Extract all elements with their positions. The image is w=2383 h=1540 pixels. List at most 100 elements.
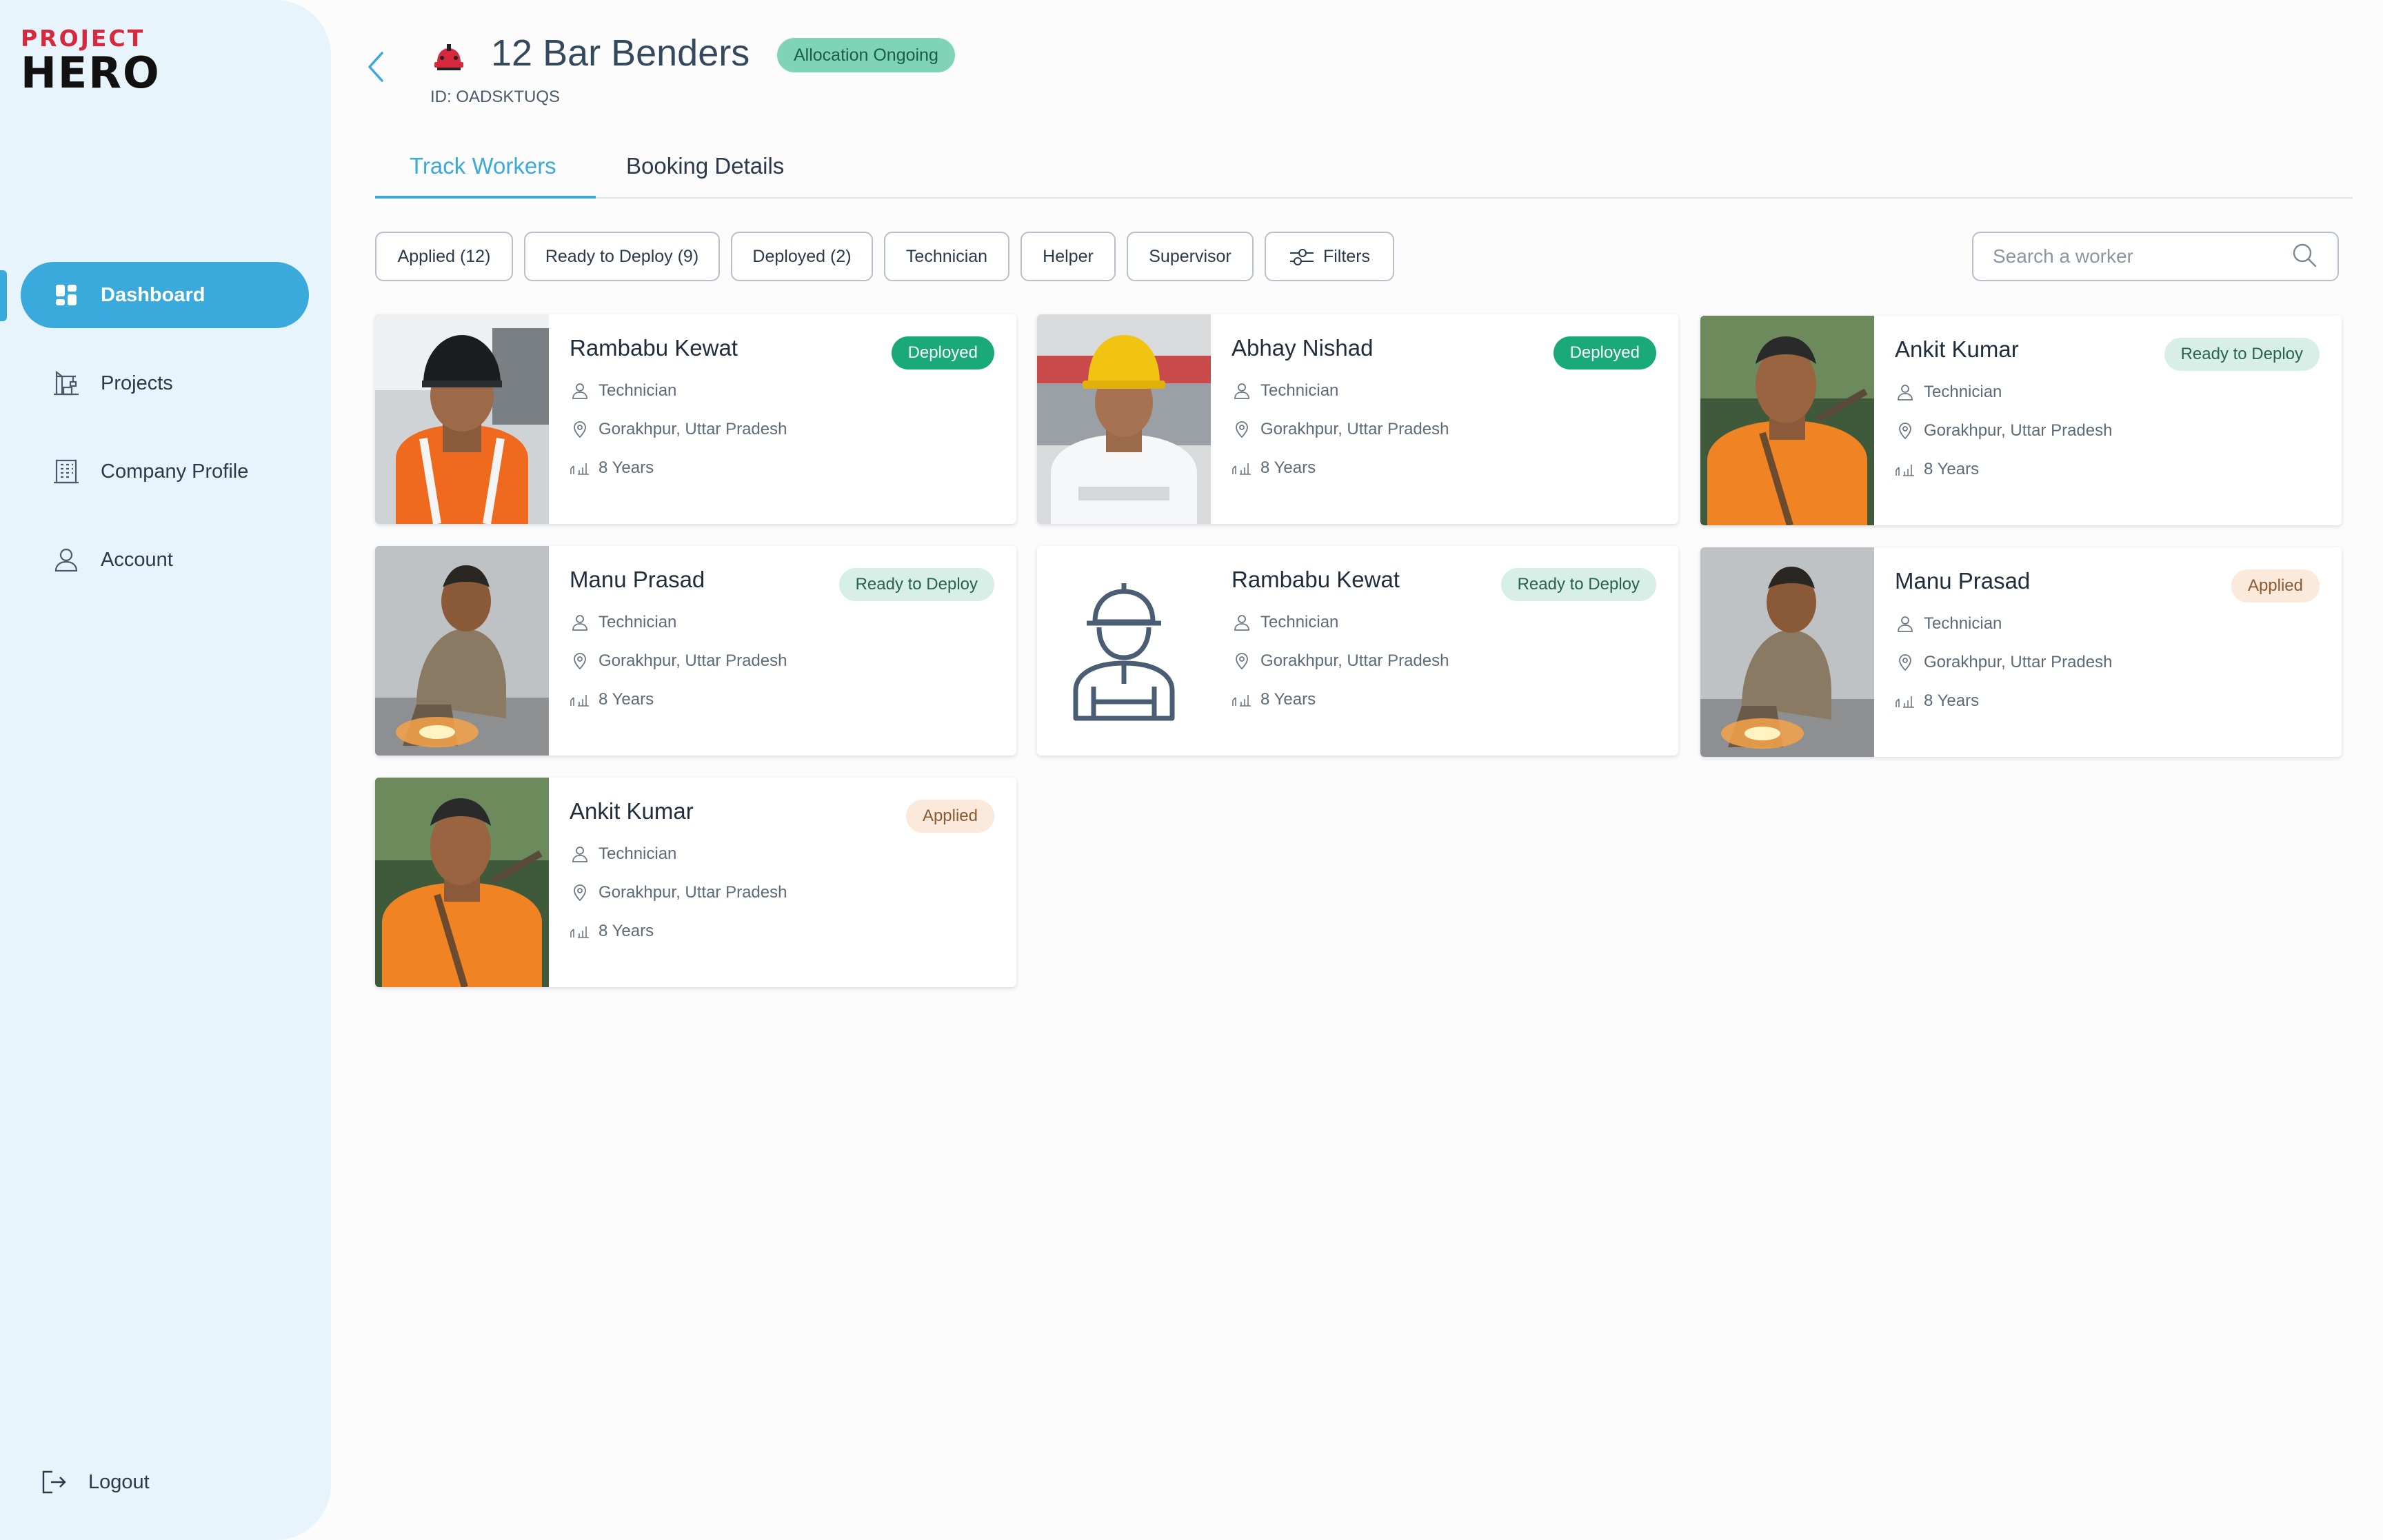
worker-photo (375, 314, 549, 524)
worker-role: Technician (570, 381, 676, 401)
worker-placeholder-icon (1037, 546, 1211, 756)
tab-booking-details[interactable]: Booking Details (626, 153, 784, 197)
worker-name: Manu Prasad (1895, 568, 2031, 594)
sidebar-item-account[interactable]: Account (21, 527, 309, 593)
sidebar-item-label: Projects (101, 372, 173, 394)
sidebar: PROJECT HERO Dashboard Projects Company … (0, 0, 331, 1540)
status-badge: Deployed (1553, 336, 1656, 369)
worker-card[interactable]: Ankit Kumar Applied Technician Gorakhpur… (375, 778, 1016, 987)
worker-experience-text: 8 Years (599, 922, 654, 940)
worker-photo (375, 546, 549, 756)
worker-location-text: Gorakhpur, Uttar Pradesh (1260, 420, 1449, 438)
search-box[interactable] (1972, 232, 2339, 281)
experience-icon (1231, 689, 1252, 710)
sidebar-item-label: Dashboard (101, 283, 205, 306)
worker-role-text: Technician (1260, 613, 1339, 631)
worker-location-text: Gorakhpur, Uttar Pradesh (599, 651, 787, 670)
crane-icon (52, 369, 80, 397)
user-icon (52, 546, 80, 574)
worker-name: Ankit Kumar (570, 798, 694, 824)
worker-location: Gorakhpur, Uttar Pradesh (1231, 419, 1449, 440)
status-badge: Ready to Deploy (1500, 568, 1656, 601)
worker-photo (375, 778, 549, 987)
logo-line-2: HERO (21, 48, 161, 98)
worker-role-text: Technician (1260, 381, 1339, 400)
worker-experience-text: 8 Years (1260, 690, 1316, 709)
worker-photo (1700, 547, 1874, 757)
worker-experience: 8 Years (1231, 458, 1316, 478)
experience-icon (570, 458, 590, 478)
filter-chip-technician[interactable]: Technician (884, 232, 1009, 281)
worker-location-text: Gorakhpur, Uttar Pradesh (1924, 421, 2113, 440)
worker-card[interactable]: Manu Prasad Ready to Deploy Technician G… (375, 546, 1016, 756)
worker-card[interactable]: Abhay Nishad Deployed Technician Gorakhp… (1037, 314, 1678, 524)
search-input[interactable] (1993, 245, 2291, 267)
project-hero-logo[interactable]: PROJECT HERO (21, 26, 161, 94)
worker-role-text: Technician (599, 844, 677, 863)
user-icon (1895, 614, 1916, 634)
location-pin-icon (1231, 651, 1252, 671)
worker-role-text: Technician (599, 613, 677, 631)
filter-chip-applied[interactable]: Applied (12) (375, 232, 513, 281)
location-pin-icon (1895, 421, 1916, 441)
worker-location: Gorakhpur, Uttar Pradesh (1895, 421, 2112, 441)
worker-location: Gorakhpur, Uttar Pradesh (570, 419, 787, 440)
worker-card[interactable]: Manu Prasad Applied Technician Gorakhpur… (1700, 547, 2342, 757)
worker-role: Technician (570, 844, 676, 864)
active-nav-marker (0, 270, 7, 321)
worker-card[interactable]: Rambabu Kewat Deployed Technician Gorakh… (375, 314, 1016, 524)
sidebar-item-projects[interactable]: Projects (21, 350, 309, 416)
user-icon (570, 844, 590, 864)
worker-role: Technician (1231, 612, 1338, 633)
worker-location: Gorakhpur, Uttar Pradesh (570, 882, 787, 903)
worker-name: Abhay Nishad (1231, 335, 1374, 361)
sidebar-item-company-profile[interactable]: Company Profile (21, 438, 309, 505)
user-icon (1231, 612, 1252, 633)
worker-role: Technician (1895, 382, 2002, 403)
back-button[interactable] (359, 47, 392, 87)
worker-role: Technician (1895, 614, 2002, 634)
location-pin-icon (570, 651, 590, 671)
filter-chip-ready-to-deploy[interactable]: Ready to Deploy (9) (524, 232, 720, 281)
worker-experience: 8 Years (1895, 691, 1979, 711)
filter-chip-helper[interactable]: Helper (1020, 232, 1116, 281)
building-icon (52, 458, 80, 485)
worker-experience: 8 Years (570, 921, 654, 942)
worker-card[interactable]: Rambabu Kewat Ready to Deploy Technician… (1037, 546, 1678, 756)
experience-icon (1895, 459, 1916, 480)
worker-name: Rambabu Kewat (570, 335, 738, 361)
worker-role: Technician (570, 612, 676, 633)
worker-experience-text: 8 Years (1260, 458, 1316, 477)
status-badge: Applied (905, 800, 994, 833)
worker-photo (1037, 314, 1211, 524)
project-id: ID: OADSKTUQS (430, 88, 561, 106)
location-pin-icon (1895, 652, 1916, 673)
worker-role: Technician (1231, 381, 1338, 401)
location-pin-icon (1231, 419, 1252, 440)
filters-label: Filters (1323, 246, 1371, 266)
worker-experience-text: 8 Years (1924, 460, 1980, 478)
tab-track-workers[interactable]: Track Workers (410, 153, 556, 197)
logout-icon (40, 1468, 68, 1496)
worker-location-text: Gorakhpur, Uttar Pradesh (1260, 651, 1449, 670)
active-tab-underline (375, 196, 596, 199)
logout-button[interactable]: Logout (40, 1468, 150, 1496)
location-pin-icon (570, 882, 590, 903)
sidebar-item-label: Company Profile (101, 460, 249, 483)
user-icon (570, 612, 590, 633)
sidebar-item-dashboard[interactable]: Dashboard (21, 262, 309, 328)
logout-label: Logout (88, 1470, 150, 1493)
tab-bar: Track Workers Booking Details (375, 138, 2353, 199)
search-icon[interactable] (2291, 241, 2318, 272)
filter-icon (1289, 246, 1315, 267)
filter-chip-deployed[interactable]: Deployed (2) (731, 232, 873, 281)
worker-location-text: Gorakhpur, Uttar Pradesh (599, 420, 787, 438)
experience-icon (1895, 691, 1916, 711)
location-pin-icon (570, 419, 590, 440)
worker-name: Rambabu Kewat (1231, 567, 1400, 592)
filters-button[interactable]: Filters (1265, 232, 1394, 281)
filter-chip-supervisor[interactable]: Supervisor (1127, 232, 1254, 281)
worker-card[interactable]: Ankit Kumar Ready to Deploy Technician G… (1700, 316, 2342, 525)
worker-experience: 8 Years (1895, 459, 1979, 480)
user-icon (1895, 382, 1916, 403)
